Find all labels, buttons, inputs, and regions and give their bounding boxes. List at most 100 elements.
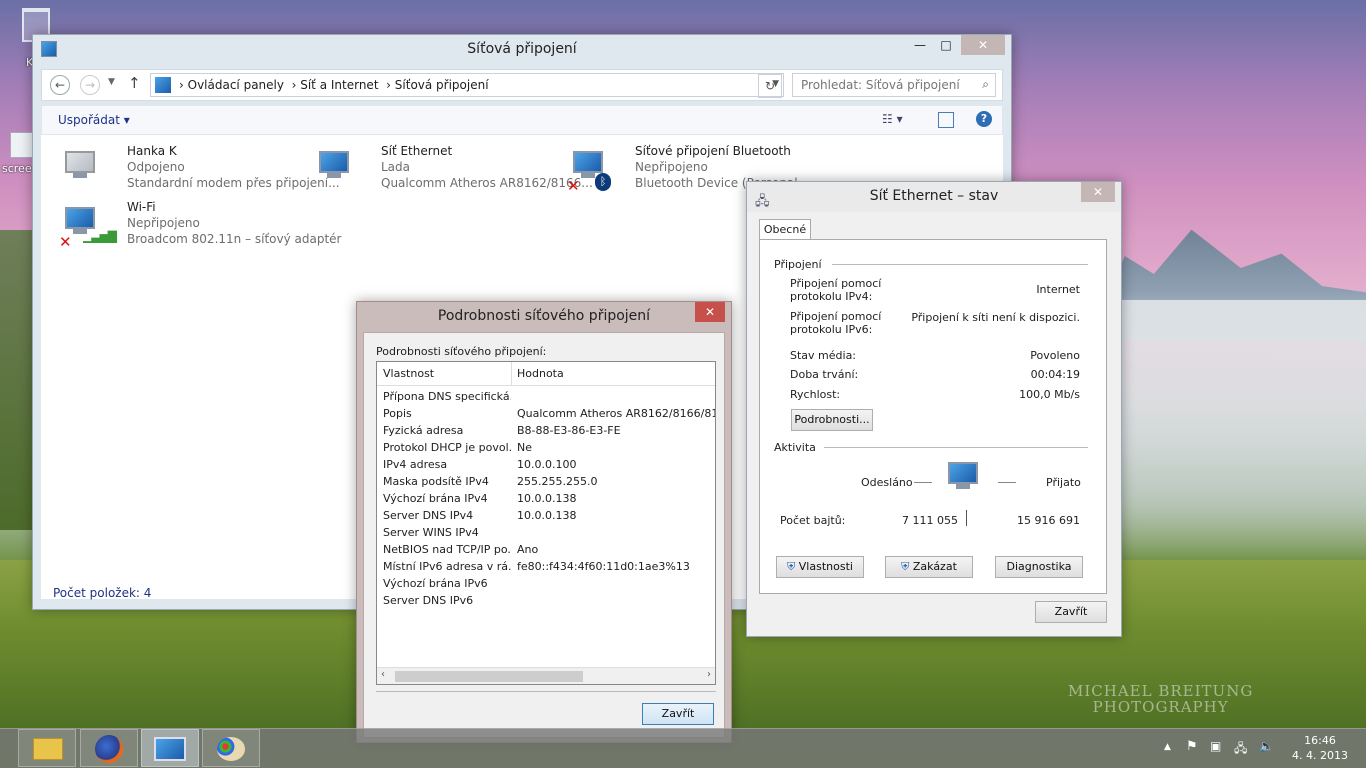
details-row[interactable]: IPv4 adresa 10.0.0.100: [383, 456, 715, 473]
details-dialog: Podrobnosti síťového připojení ✕ Podrobn…: [356, 301, 732, 743]
breadcrumb-control-panel[interactable]: Ovládací panely: [188, 78, 284, 92]
scroll-right-icon[interactable]: ›: [707, 669, 711, 680]
connection-state: Lada: [381, 160, 411, 174]
search-icon[interactable]: ⌕: [982, 77, 989, 92]
clock[interactable]: 16:46 4. 4. 2013: [1288, 733, 1352, 763]
detail-property: Maska podsítě IPv4: [383, 475, 489, 488]
preview-pane-icon[interactable]: [938, 112, 954, 128]
details-row[interactable]: Popis Qualcomm Atheros AR8162/8166/8168 P: [383, 405, 715, 422]
details-title: Podrobnosti síťového připojení: [437, 308, 651, 324]
diagnose-button[interactable]: Diagnostika: [995, 556, 1083, 578]
details-row[interactable]: Protokol DHCP je povol... Ne: [383, 439, 715, 456]
connection-name: Wi-Fi: [127, 200, 156, 214]
show-hidden-icons-icon[interactable]: ▲: [1164, 742, 1171, 752]
speed-label: Rychlost:: [790, 388, 841, 401]
breadcrumb-network-internet[interactable]: Síť a Internet: [300, 78, 378, 92]
details-row[interactable]: NetBIOS nad TCP/IP po... Ano: [383, 541, 715, 558]
network-tray-icon[interactable]: 🖧: [1234, 739, 1247, 760]
column-header-value[interactable]: Hodnota: [517, 362, 564, 386]
disable-button[interactable]: ⛨ Zakázat: [885, 556, 973, 578]
screenshot-file-icon[interactable]: [10, 132, 34, 158]
status-close-button[interactable]: Zavřít: [1035, 601, 1107, 623]
details-close-button[interactable]: Zavřít: [642, 703, 714, 725]
ethernet-status-dialog: 🖧 Síť Ethernet – stav ✕ Obecné Připojení…: [746, 181, 1122, 637]
ipv4-label: Připojení pomocí protokolu IPv4:: [790, 277, 882, 303]
address-bar[interactable]: › Ovládací panely › Síť a Internet › Síť…: [150, 73, 784, 97]
search-input[interactable]: Prohledat: Síťová připojení: [801, 78, 960, 92]
details-row[interactable]: Server DNS IPv4 10.0.0.138: [383, 507, 715, 524]
connection-state: Odpojeno: [127, 160, 185, 174]
details-row[interactable]: Maska podsítě IPv4 255.255.255.0: [383, 473, 715, 490]
column-header-property[interactable]: Vlastnost: [383, 362, 434, 386]
media-state-label: Stav média:: [790, 349, 857, 362]
device-tray-icon[interactable]: ▣: [1210, 739, 1221, 753]
signal-bars-icon: ▁▃▅▇: [83, 229, 117, 243]
details-body: Podrobnosti síťového připojení: Vlastnos…: [363, 332, 725, 738]
shield-icon: ⛨: [901, 560, 910, 573]
back-icon[interactable]: ←: [50, 75, 70, 95]
detail-value: Qualcomm Atheros AR8162/8166/8168 P: [517, 407, 715, 420]
details-row[interactable]: Výchozí brána IPv6: [383, 575, 715, 592]
paint-taskbar-button[interactable]: [202, 729, 260, 767]
detail-property: Server DNS IPv4: [383, 509, 474, 522]
background-fog: [1080, 300, 1366, 560]
recent-dropdown-icon[interactable]: ▼: [108, 77, 115, 87]
tab-general[interactable]: Obecné: [759, 219, 811, 240]
connection-section-header: Připojení: [774, 258, 822, 271]
breadcrumb-network-connections[interactable]: Síťová připojení: [395, 78, 489, 92]
help-icon[interactable]: ?: [976, 111, 992, 127]
action-center-flag-icon[interactable]: ⚑: [1186, 739, 1198, 754]
network-adapter-icon: 🖧: [755, 194, 770, 209]
file-explorer-taskbar-button[interactable]: [18, 729, 76, 767]
status-close-x-button[interactable]: ✕: [1081, 182, 1115, 202]
detail-value: B8-88-E3-86-E3-FE: [517, 424, 621, 437]
maximize-button[interactable]: □: [933, 35, 959, 55]
details-divider: [376, 691, 716, 692]
connection-item-wifi[interactable]: ✕ ▁▃▅▇ Wi-Fi Nepřipojeno Broadcom 802.11n …: [57, 199, 342, 251]
firefox-icon: [95, 735, 123, 763]
details-row[interactable]: Server WINS IPv4: [383, 524, 715, 541]
detail-property: Popis: [383, 407, 412, 420]
explorer-close-button[interactable]: ✕: [961, 35, 1005, 55]
volume-icon[interactable]: 🔈: [1259, 739, 1274, 753]
organize-button[interactable]: Uspořádat ▾: [58, 113, 130, 127]
network-connections-taskbar-button[interactable]: [141, 729, 199, 767]
up-icon[interactable]: ↑: [128, 74, 141, 92]
view-options-icon[interactable]: ☷ ▾: [882, 112, 912, 126]
details-row[interactable]: Místní IPv6 adresa v rá... fe80::f434:4f6…: [383, 558, 715, 575]
scrollbar-thumb[interactable]: [395, 671, 583, 682]
control-panel-icon: [154, 737, 186, 761]
detail-property: IPv4 adresa: [383, 458, 448, 471]
forward-icon[interactable]: →: [80, 75, 100, 95]
details-close-x-button[interactable]: ✕: [695, 302, 725, 322]
connection-name: Hanka K: [127, 144, 177, 158]
status-general-panel: Připojení Připojení pomocí protokolu IPv4…: [759, 239, 1107, 594]
connection-item-hanka[interactable]: Hanka K Odpojeno Standardní modem přes při…: [57, 143, 340, 195]
connection-state: Nepřipojeno: [635, 160, 708, 174]
control-panel-icon: [155, 77, 171, 93]
details-row[interactable]: Přípona DNS specifická...: [383, 388, 715, 405]
firefox-taskbar-button[interactable]: [80, 729, 138, 767]
refresh-icon[interactable]: ↻: [758, 74, 782, 98]
screenshot-file-label: scree: [2, 162, 32, 175]
ipv4-value: Internet: [1036, 283, 1080, 296]
details-row[interactable]: Výchozí brána IPv4 10.0.0.138: [383, 490, 715, 507]
connection-item-ethernet[interactable]: Síť Ethernet Lada Qualcomm Atheros AR8162/…: [311, 143, 593, 195]
connection-device: Broadcom 802.11n – síťový adaptér: [127, 232, 342, 246]
connection-state: Nepřipojeno: [127, 216, 200, 230]
properties-button[interactable]: ⛨ Vlastnosti: [776, 556, 864, 578]
section-divider: [832, 264, 1088, 265]
details-row[interactable]: Server DNS IPv6: [383, 592, 715, 609]
details-button[interactable]: Podrobnosti...: [791, 409, 873, 431]
details-row[interactable]: Fyzická adresa B8-88-E3-86-E3-FE: [383, 422, 715, 439]
horizontal-scrollbar[interactable]: ‹ ›: [377, 667, 715, 684]
search-box[interactable]: Prohledat: Síťová připojení ⌕: [792, 73, 996, 97]
details-list[interactable]: Vlastnost Hodnota Přípona DNS specifická…: [376, 361, 716, 685]
detail-value: 10.0.0.138: [517, 509, 577, 522]
media-state-value: Povoleno: [1030, 349, 1080, 362]
sent-label: Odesláno: [861, 476, 913, 489]
details-list-header: Vlastnost Hodnota: [377, 362, 715, 386]
scroll-left-icon[interactable]: ‹: [381, 669, 385, 680]
detail-value: Ano: [517, 543, 539, 556]
minimize-button[interactable]: —: [907, 35, 933, 55]
